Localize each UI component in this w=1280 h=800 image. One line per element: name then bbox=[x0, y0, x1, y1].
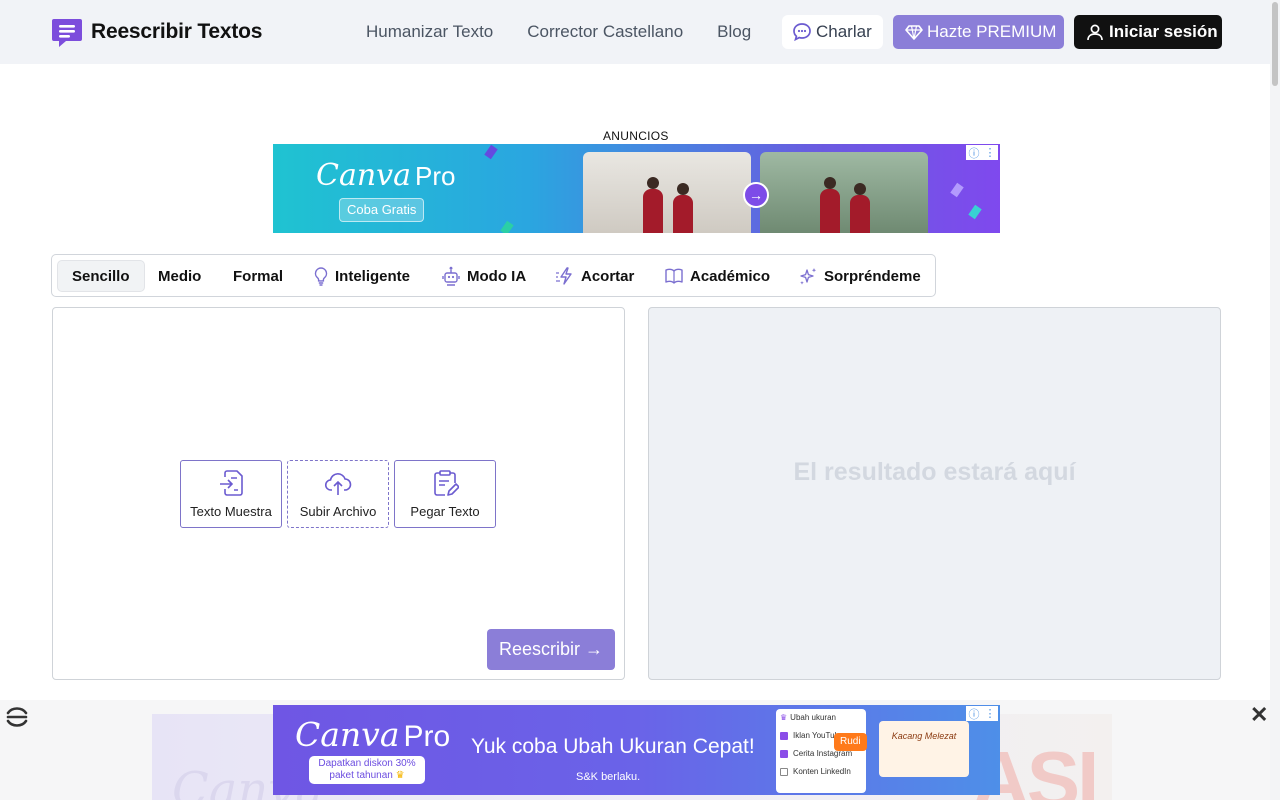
rewrite-button[interactable]: Reescribir → bbox=[487, 629, 615, 670]
login-button-label: Iniciar sesión bbox=[1109, 22, 1218, 41]
book-icon bbox=[665, 268, 683, 284]
tab-label: Medio bbox=[158, 267, 202, 285]
tab-label: Acortar bbox=[581, 267, 635, 285]
tab-acortar[interactable]: Acortar bbox=[555, 260, 634, 292]
nav-humanizar-texto[interactable]: Humanizar Texto bbox=[366, 20, 493, 44]
rewrite-mode-tabs: Sencillo Medio Formal Inteligente Modo I… bbox=[51, 254, 936, 297]
discount-line-1: Dapatkan diskon 30% bbox=[318, 758, 416, 769]
tab-modo-ia[interactable]: Modo IA bbox=[441, 260, 526, 292]
canva-pro-text: Pro bbox=[403, 720, 451, 753]
tab-formal[interactable]: Formal bbox=[233, 260, 283, 292]
ad-terms: S&K berlaku. bbox=[576, 771, 641, 783]
tab-label: Académico bbox=[690, 267, 771, 285]
premium-button[interactable]: Hazte PREMIUM bbox=[893, 15, 1064, 49]
chat-bubble-icon bbox=[793, 23, 811, 42]
crown-icon: ♛ bbox=[395, 770, 405, 781]
checkbox-checked-icon bbox=[780, 749, 788, 758]
scrollbar-thumb[interactable] bbox=[1272, 2, 1278, 86]
lightning-icon bbox=[556, 267, 572, 285]
user-icon bbox=[1087, 24, 1103, 41]
person-figure bbox=[850, 183, 870, 233]
file-import-icon bbox=[220, 470, 243, 496]
tab-label: Sencillo bbox=[72, 267, 130, 285]
result-placeholder: El resultado estará aquí bbox=[793, 458, 1076, 486]
product-preview-card: Kacang Melezat bbox=[879, 721, 969, 777]
confetti-decoration bbox=[484, 144, 498, 160]
tab-label: Formal bbox=[233, 267, 284, 285]
sparkles-icon bbox=[800, 268, 817, 285]
login-button[interactable]: Iniciar sesión bbox=[1074, 15, 1222, 49]
premium-button-label: Hazte PREMIUM bbox=[927, 22, 1057, 41]
discount-badge: Dapatkan diskon 30% paket tahunan ♛ bbox=[309, 756, 425, 784]
bottom-banner-ad[interactable]: Canva Pro Dapatkan diskon 30% paket tahun… bbox=[273, 705, 1000, 795]
ad-network-logo-icon[interactable] bbox=[5, 705, 29, 729]
close-ad-icon[interactable]: ✕ bbox=[1250, 702, 1268, 728]
chat-button-label: Charlar bbox=[816, 22, 872, 41]
upload-file-button[interactable]: Subir Archivo bbox=[287, 460, 389, 528]
person-figure bbox=[673, 183, 693, 233]
person-figure bbox=[643, 177, 663, 233]
canva-logo: Canva Pro bbox=[295, 715, 450, 754]
info-icon[interactable]: ⓘ bbox=[969, 145, 980, 161]
more-vertical-icon[interactable]: ⋮ bbox=[985, 707, 996, 720]
tab-inteligente[interactable]: Inteligente bbox=[313, 260, 410, 292]
nav-corrector-castellano[interactable]: Corrector Castellano bbox=[527, 20, 683, 44]
ad-photo-before bbox=[583, 152, 751, 233]
tab-academico[interactable]: Académico bbox=[664, 260, 770, 292]
tab-label: Inteligente bbox=[335, 267, 411, 285]
input-text-area[interactable]: Texto Muestra Subir Archivo Pegar Texto … bbox=[52, 307, 625, 680]
ad-choices[interactable]: ⓘ ⋮ bbox=[966, 706, 998, 721]
ad-photo-after bbox=[760, 152, 928, 233]
lightbulb-icon bbox=[314, 267, 328, 286]
canva-brand-text: Canva bbox=[316, 158, 411, 193]
tab-label: Sorpréndeme bbox=[824, 267, 921, 285]
resize-options-card: ♛ Ubah ukuran Iklan YouTube Cerita Instag… bbox=[776, 709, 866, 793]
arrow-right-icon: → bbox=[743, 182, 769, 208]
card-option: Konten LinkedIn bbox=[780, 767, 862, 776]
confetti-decoration bbox=[968, 204, 982, 220]
ad-cta-button[interactable]: Coba Gratis bbox=[339, 198, 425, 222]
tab-medio[interactable]: Medio bbox=[158, 260, 201, 292]
top-header: Reescribir Textos Humanizar Texto Correc… bbox=[0, 0, 1270, 64]
confetti-decoration bbox=[950, 182, 964, 198]
nav-blog[interactable]: Blog bbox=[717, 20, 751, 44]
brand-name: Reescribir Textos bbox=[91, 20, 263, 43]
ad-headline: Yuk coba Ubah Ukuran Cepat! bbox=[471, 735, 755, 758]
paste-text-button[interactable]: Pegar Texto bbox=[394, 460, 496, 528]
discount-line-2: paket tahunan bbox=[329, 770, 393, 781]
canva-logo: Canva Pro bbox=[316, 158, 455, 193]
info-icon[interactable]: ⓘ bbox=[969, 706, 980, 722]
cursor-name-tag: Rudi bbox=[834, 733, 867, 751]
tab-label: Modo IA bbox=[467, 267, 527, 285]
ad-choices[interactable]: ⓘ ⋮ bbox=[966, 145, 998, 160]
bottom-sticky-ad-bar: Canva ASI Canva Pro Dapatkan diskon 30% p… bbox=[0, 700, 1270, 800]
more-vertical-icon[interactable]: ⋮ bbox=[985, 146, 996, 159]
checkbox-empty-icon bbox=[780, 767, 788, 776]
card-title: ♛ Ubah ukuran bbox=[780, 713, 836, 722]
person-figure bbox=[820, 177, 840, 233]
sample-text-label: Texto Muestra bbox=[190, 504, 272, 519]
ads-label: ANUNCIOS bbox=[603, 129, 669, 143]
tab-sencillo[interactable]: Sencillo bbox=[57, 260, 145, 292]
chat-logo-icon bbox=[52, 19, 82, 47]
checkbox-checked-icon bbox=[780, 731, 788, 740]
top-banner-ad[interactable]: Canva Pro Coba Gratis → ⓘ ⋮ bbox=[273, 144, 1000, 233]
tab-sorprendeme[interactable]: Sorpréndeme bbox=[798, 260, 921, 292]
canva-pro-text: Pro bbox=[415, 161, 456, 191]
cloud-upload-icon bbox=[324, 473, 352, 495]
crown-icon: ♛ bbox=[780, 713, 788, 722]
upload-file-label: Subir Archivo bbox=[299, 504, 377, 519]
diamond-icon bbox=[905, 25, 923, 40]
output-result-area[interactable]: El resultado estará aquí bbox=[648, 307, 1221, 680]
brand-logo[interactable]: Reescribir Textos bbox=[51, 16, 262, 48]
chat-button[interactable]: Charlar bbox=[782, 15, 883, 49]
robot-icon bbox=[442, 266, 460, 286]
main-nav: Humanizar Texto Corrector Castellano Blo… bbox=[366, 20, 751, 44]
page-scrollbar[interactable] bbox=[1270, 0, 1280, 800]
canva-brand-text: Canva bbox=[295, 715, 400, 754]
sample-text-button[interactable]: Texto Muestra bbox=[180, 460, 282, 528]
paste-text-label: Pegar Texto bbox=[410, 504, 480, 519]
confetti-decoration bbox=[500, 220, 514, 233]
clipboard-edit-icon bbox=[434, 470, 459, 496]
